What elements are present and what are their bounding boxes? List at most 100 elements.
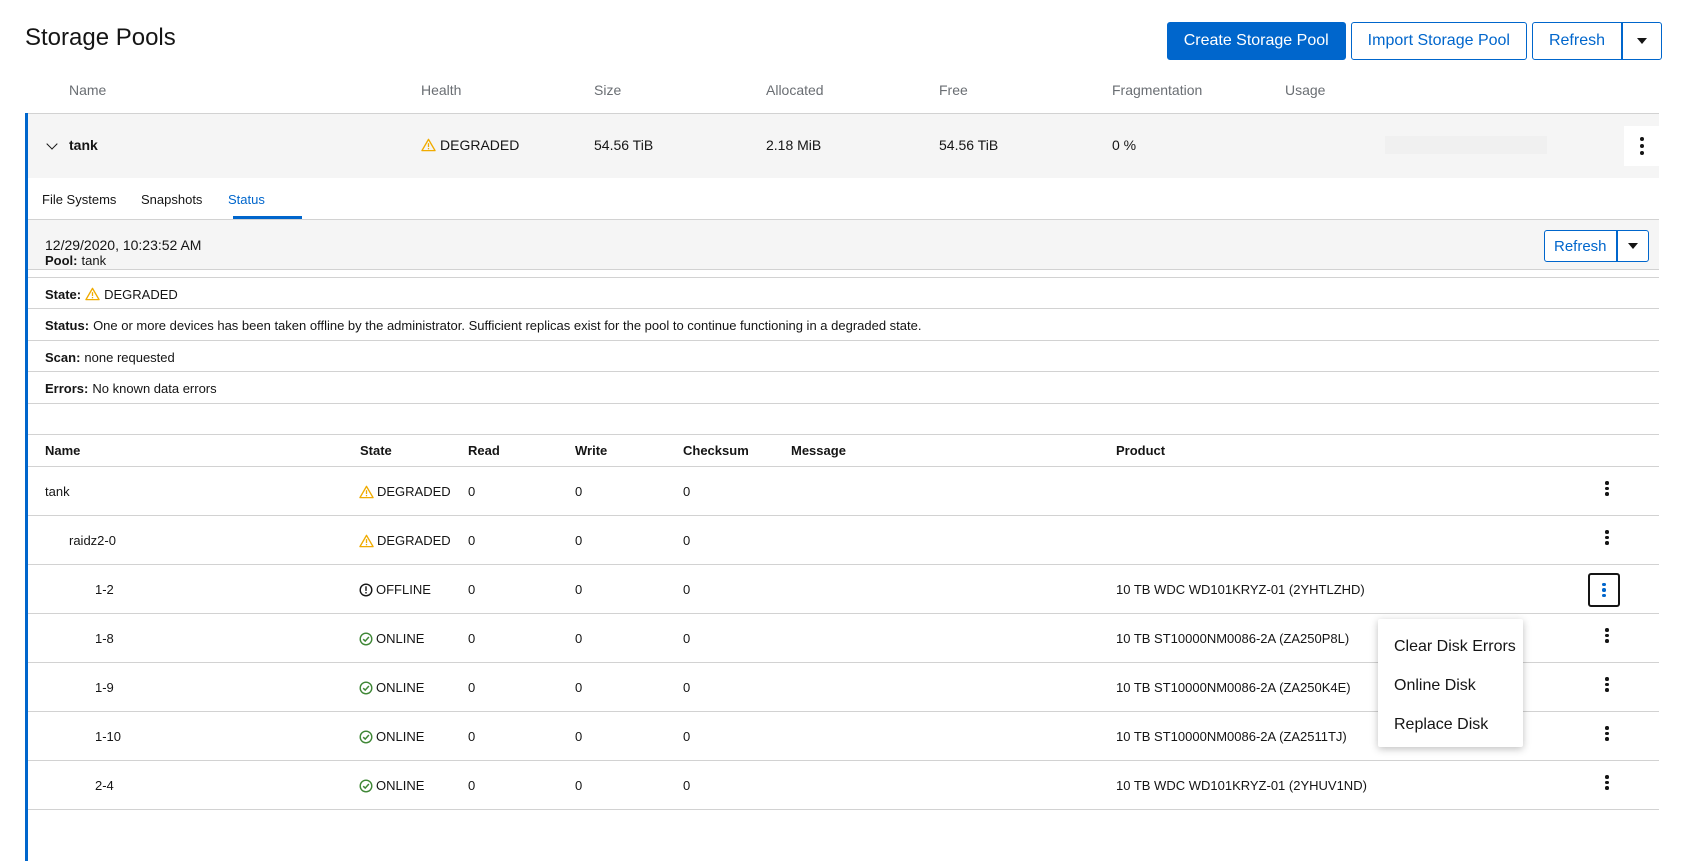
warning-icon [421,138,436,152]
usage-bar [1385,136,1547,154]
device-state-label: ONLINE [376,729,425,744]
pool-free: 54.56 TiB [939,137,999,153]
online-disk-item[interactable]: Online Disk [1378,666,1523,705]
device-column-message[interactable]: Message [791,443,846,458]
refresh-dropdown-toggle[interactable] [1622,22,1662,60]
device-state: DEGRADED [359,533,451,548]
column-free[interactable]: Free [939,82,968,98]
device-column-product[interactable]: Product [1116,443,1165,458]
kebab-menu-icon[interactable] [1602,726,1612,741]
device-read: 0 [468,533,476,548]
device-write: 0 [575,631,583,646]
device-write: 0 [575,582,583,597]
info-status: Status: One or more devices has been tak… [28,309,1659,341]
device-row: 1-2 OFFLINE 0 0 0 10 TB WDC WD101KRYZ-01 (2YH… [28,565,1659,614]
device-read: 0 [468,582,476,597]
info-errors-label: Errors: [45,381,89,396]
kebab-menu-icon[interactable] [1588,573,1620,607]
device-product: 10 TB ST10000NM0086-2A (ZA250K4E) [1116,680,1351,695]
clear-disk-errors-item[interactable]: Clear Disk Errors [1378,627,1523,666]
device-column-state[interactable]: State [360,443,392,458]
tab-status[interactable]: Status [228,192,265,207]
chevron-down-icon[interactable] [46,138,58,150]
kebab-menu-icon[interactable] [1602,775,1612,790]
device-checksum: 0 [683,631,691,646]
device-write: 0 [575,484,583,499]
device-product: 10 TB ST10000NM0086-2A (ZA250P8L) [1116,631,1350,646]
create-storage-pool-button[interactable]: Create Storage Pool [1166,22,1346,60]
kebab-menu-icon[interactable] [1602,530,1612,545]
info-pool-value: tank [81,253,107,268]
pool-fragmentation: 0 % [1112,137,1137,153]
device-read: 0 [468,729,476,744]
device-checksum: 0 [683,582,691,597]
device-name: 1-9 [95,680,114,695]
column-name[interactable]: Name [69,82,106,98]
disk-context-menu: Clear Disk Errors Online Disk Replace Di… [1378,619,1523,747]
device-name: 1-10 [95,729,122,744]
device-name: tank [45,484,70,499]
column-fragmentation[interactable]: Fragmentation [1112,82,1202,98]
pool-health: DEGRADED [421,137,519,153]
device-checksum: 0 [683,729,691,744]
pool-table-header: Name Health Size Allocated Free Fragment… [0,82,1689,100]
pool-health-label: DEGRADED [440,137,520,153]
tab-snapshots[interactable]: Snapshots [141,192,202,207]
device-state: OFFLINE [359,582,431,597]
check-circle-icon [359,680,373,695]
column-allocated[interactable]: Allocated [766,82,824,98]
warning-icon [359,534,374,548]
info-scan-label: Scan: [45,350,81,365]
device-state: ONLINE [359,778,424,793]
toolbar: Create Storage Pool Import Storage Pool … [1166,22,1662,60]
active-tab-indicator [233,216,302,219]
pool-row[interactable]: tank DEGRADED 54.56 TiB 2.18 MiB 54.56 T… [28,113,1659,178]
pool-tabs: File Systems Snapshots Status [28,178,1659,220]
device-checksum: 0 [683,484,691,499]
device-column-name[interactable]: Name [45,443,80,458]
info-scan-value: none requested [84,350,175,365]
kebab-menu-icon[interactable] [1602,628,1612,643]
device-product: 10 TB WDC WD101KRYZ-01 (2YHUV1ND) [1116,778,1367,793]
device-state-label: ONLINE [376,680,425,695]
import-storage-pool-button[interactable]: Import Storage Pool [1350,22,1527,60]
device-name: 1-8 [95,631,114,646]
device-product: 10 TB ST10000NM0086-2A (ZA2511TJ) [1116,729,1347,744]
refresh-button[interactable]: Refresh [1531,22,1622,60]
device-column-write[interactable]: Write [575,443,607,458]
replace-disk-item[interactable]: Replace Disk [1378,705,1523,744]
device-read: 0 [468,680,476,695]
check-circle-icon [359,778,373,793]
info-state-label: State: [45,287,82,302]
column-usage[interactable]: Usage [1285,82,1325,98]
device-write: 0 [575,778,583,793]
device-name: raidz2-0 [69,533,116,548]
tab-file-systems[interactable]: File Systems [42,192,116,207]
device-table-header: Name State Read Write Checksum Message P… [28,434,1659,467]
kebab-menu-icon[interactable] [1602,481,1612,496]
info-status-label: Status: [45,318,90,333]
caret-down-icon [1637,38,1647,44]
info-errors: Errors: No known data errors [28,372,1659,404]
refresh-split-button: Refresh [1531,22,1662,60]
kebab-menu-icon[interactable] [1602,677,1612,692]
column-size[interactable]: Size [594,82,621,98]
device-write: 0 [575,533,583,548]
device-column-checksum[interactable]: Checksum [683,443,749,458]
device-state-label: ONLINE [376,778,425,793]
info-errors-value: No known data errors [92,381,217,396]
pool-card: tank DEGRADED 54.56 TiB 2.18 MiB 54.56 T… [25,113,1659,861]
device-state-label: ONLINE [376,631,425,646]
pool-kebab-menu-icon[interactable] [1624,126,1659,166]
device-state: ONLINE [359,631,424,646]
device-row: tank DEGRADED 0 0 0 [28,467,1659,516]
device-name: 2-4 [95,778,114,793]
device-state: DEGRADED [359,484,451,499]
device-product: 10 TB WDC WD101KRYZ-01 (2YHTLZHD) [1116,582,1365,597]
device-checksum: 0 [683,680,691,695]
info-pool: Pool: tank [28,244,1659,278]
device-state: ONLINE [359,729,424,744]
device-column-read[interactable]: Read [468,443,500,458]
column-health[interactable]: Health [421,82,461,98]
pool-size: 54.56 TiB [594,137,654,153]
